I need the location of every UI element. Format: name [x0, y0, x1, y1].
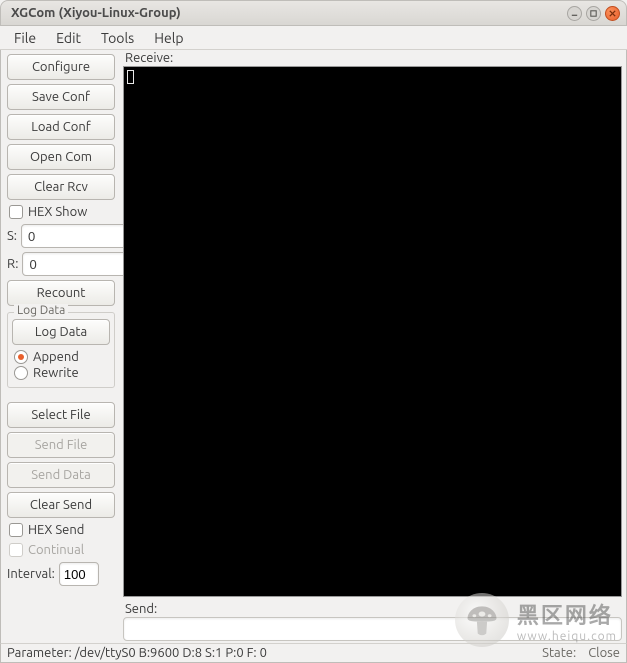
close-button[interactable]	[605, 6, 620, 21]
checkbox-icon	[9, 205, 23, 219]
menu-edit[interactable]: Edit	[46, 27, 91, 49]
interval-input[interactable]	[59, 562, 99, 586]
checkbox-icon	[9, 523, 23, 537]
log-data-frame: Log Data Log Data Append Rewrite	[7, 312, 115, 388]
window-controls	[567, 6, 620, 21]
hex-send-label: HEX Send	[28, 523, 84, 537]
hex-show-label: HEX Show	[28, 205, 87, 219]
recount-button[interactable]: Recount	[7, 280, 115, 306]
send-file-button: Send File	[7, 432, 115, 458]
radio-icon	[14, 366, 28, 380]
menu-tools[interactable]: Tools	[91, 27, 144, 49]
r-label: R:	[7, 257, 18, 271]
status-state-value: Close	[588, 646, 620, 660]
receive-terminal[interactable]	[123, 66, 622, 597]
send-input[interactable]	[123, 617, 622, 641]
load-conf-button[interactable]: Load Conf	[7, 114, 115, 140]
interval-row: Interval:	[7, 562, 115, 586]
minimize-button[interactable]	[567, 6, 582, 21]
right-panel: Receive: Send:	[121, 50, 626, 643]
hex-show-checkbox[interactable]: HEX Show	[7, 204, 115, 220]
append-label: Append	[33, 350, 79, 364]
send-label: Send:	[123, 601, 622, 617]
terminal-cursor	[127, 70, 134, 84]
main-body: Configure Save Conf Load Conf Open Com C…	[0, 50, 627, 643]
menu-help[interactable]: Help	[144, 27, 193, 49]
continual-checkbox: Continual	[7, 542, 115, 558]
left-panel: Configure Save Conf Load Conf Open Com C…	[1, 50, 121, 643]
rewrite-radio[interactable]: Rewrite	[12, 365, 110, 381]
log-data-button[interactable]: Log Data	[12, 319, 110, 345]
checkbox-icon	[9, 543, 23, 557]
append-radio[interactable]: Append	[12, 349, 110, 365]
recv-count-row: R:	[7, 252, 115, 276]
rewrite-label: Rewrite	[33, 366, 79, 380]
maximize-button[interactable]	[586, 6, 601, 21]
save-conf-button[interactable]: Save Conf	[7, 84, 115, 110]
statusbar: Parameter: /dev/ttyS0 B:9600 D:8 S:1 P:0…	[0, 643, 627, 663]
status-right: State: Close	[542, 646, 620, 660]
menu-file[interactable]: File	[4, 27, 46, 49]
clear-rcv-button[interactable]: Clear Rcv	[7, 174, 115, 200]
menubar: File Edit Tools Help	[0, 26, 627, 50]
hex-send-checkbox[interactable]: HEX Send	[7, 522, 115, 538]
configure-button[interactable]: Configure	[7, 54, 115, 80]
sent-count-row: S:	[7, 224, 115, 248]
titlebar: XGCom (Xiyou-Linux-Group)	[0, 0, 627, 26]
s-label: S:	[7, 229, 17, 243]
status-parameter: Parameter: /dev/ttyS0 B:9600 D:8 S:1 P:0…	[7, 646, 267, 660]
log-data-frame-title: Log Data	[14, 304, 68, 317]
radio-icon	[14, 350, 28, 364]
open-com-button[interactable]: Open Com	[7, 144, 115, 170]
clear-send-button[interactable]: Clear Send	[7, 492, 115, 518]
window-title: XGCom (Xiyou-Linux-Group)	[7, 6, 567, 20]
send-data-button: Send Data	[7, 462, 115, 488]
continual-label: Continual	[28, 543, 84, 557]
select-file-button[interactable]: Select File	[7, 402, 115, 428]
status-state-label: State:	[542, 646, 576, 660]
receive-label: Receive:	[123, 50, 622, 66]
interval-label: Interval:	[7, 567, 55, 581]
